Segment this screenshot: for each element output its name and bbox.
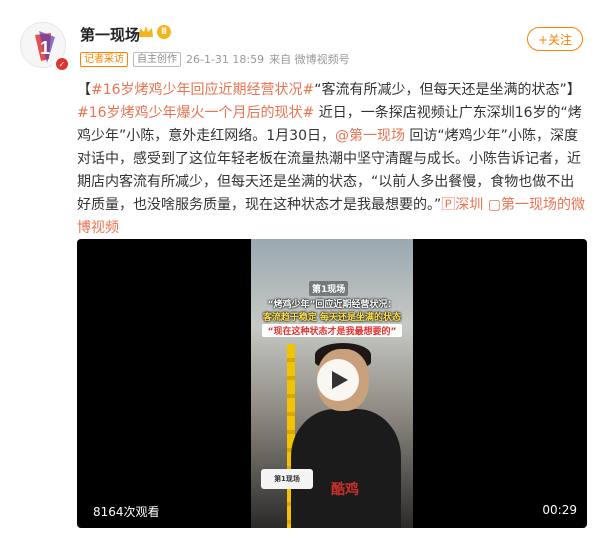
- post-text-segment: 【: [77, 82, 91, 98]
- video-duration: 00:29: [542, 503, 577, 517]
- play-icon: [332, 371, 348, 389]
- author-badges: Ⅱ: [138, 25, 171, 39]
- post-link[interactable]: #16岁烤鸡少年回应近期经营状况#: [91, 82, 314, 98]
- shirt-print: 酷鸡: [331, 482, 359, 498]
- verified-badge-icon: ✓: [54, 56, 70, 72]
- post-link[interactable]: @第一现场: [335, 128, 405, 144]
- crown-vip-icon: [139, 26, 153, 37]
- post-text: 【#16岁烤鸡少年回应近期经营状况#“客流有所减少，但每天还是坐满的状态”】#1…: [77, 79, 585, 240]
- video-logo: 第1现场: [309, 281, 349, 296]
- svg-text:1: 1: [40, 38, 50, 58]
- video-caption-1: “烤鸡少年”回应近期经营状况：: [267, 300, 397, 310]
- post-text-segment: “客流有所减少，但每天还是坐满的状态”】: [314, 82, 581, 98]
- weibo-post-card: 1 ✓ 第一现场 Ⅱ 记者采访 自主创作 26-1-31 18:59 来自 微博…: [0, 0, 600, 543]
- video-player[interactable]: 酷鸡 第1现场 第1现场 “烤鸡少年”回应近期经营状况： 客流趋于稳定 每天还是…: [77, 239, 587, 528]
- video-caption-2: 客流趋于稳定 每天还是坐满的状态: [262, 313, 402, 323]
- post-link[interactable]: 🄿深圳: [441, 197, 483, 213]
- play-button[interactable]: [317, 359, 359, 401]
- author-name[interactable]: 第一现场: [80, 24, 140, 45]
- post-meta: 记者采访 自主创作 26-1-31 18:59 来自 微博视频号: [80, 51, 350, 67]
- video-caption-3: “现在这种状态才是我最想要的”: [262, 324, 402, 337]
- tag-original: 自主创作: [133, 51, 181, 67]
- post-link[interactable]: #16岁烤鸡少年爆火一个月后的现状#: [77, 105, 314, 121]
- post-timestamp[interactable]: 26-1-31 18:59: [186, 53, 264, 66]
- tag-interview: 记者采访: [80, 51, 128, 67]
- level-badge: Ⅱ: [157, 25, 171, 39]
- follow-button[interactable]: +关注: [527, 27, 583, 51]
- microphone: 第1现场: [261, 469, 313, 489]
- post-source: 来自 微博视频号: [269, 53, 350, 66]
- view-count: 8164次观看: [93, 505, 160, 519]
